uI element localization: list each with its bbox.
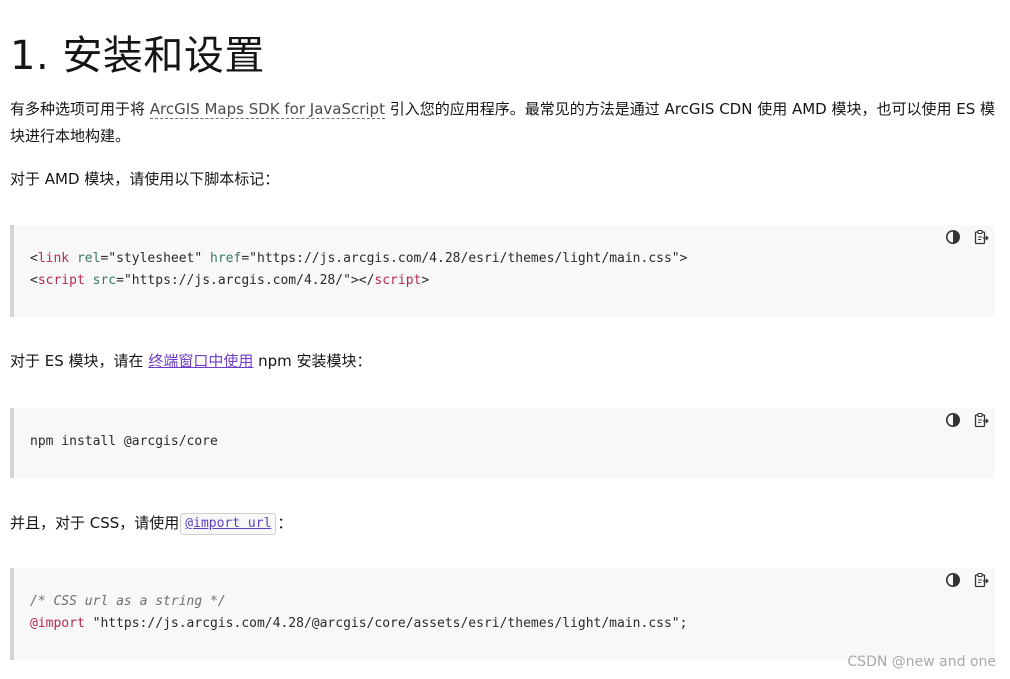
doc-page: 1. 安装和设置 有多种选项可用于将 ArcGIS Maps SDK for J… [0, 0, 1010, 679]
code-block-npm: npm install @arcgis/core [10, 408, 995, 478]
code-amd[interactable]: <link rel="stylesheet" href="https://js.… [30, 248, 687, 292]
amd-paragraph: 对于 AMD 模块，请使用以下脚本标记： [10, 170, 280, 188]
code-line: @import "https://js.arcgis.com/4.28/@arc… [30, 616, 688, 631]
code-comment: /* CSS url as a string */ [30, 594, 226, 609]
terminal-link[interactable]: 终端窗口中使用 [148, 352, 253, 370]
intro-paragraph: 有多种选项可用于将 ArcGIS Maps SDK for JavaScript… [10, 96, 1000, 150]
contrast-icon[interactable] [945, 572, 961, 588]
code-block-css: /* CSS url as a string */ @import "https… [10, 568, 995, 660]
es-text-after: npm 安装模块： [253, 352, 372, 370]
code-npm[interactable]: npm install @arcgis/core [30, 431, 218, 453]
css-text-before: 并且，对于 CSS，请使用 [10, 514, 180, 532]
code-line: <link rel="stylesheet" href="https://js.… [30, 251, 688, 266]
css-text-after: ： [277, 514, 293, 532]
es-paragraph: 对于 ES 模块，请在 终端窗口中使用 npm 安装模块： [10, 348, 372, 375]
copy-clipboard-icon[interactable] [973, 572, 989, 588]
intro-text-before: 有多种选项可用于将 [10, 100, 150, 118]
code-toolbar [945, 412, 989, 428]
code-css[interactable]: /* CSS url as a string */ @import "https… [30, 591, 687, 635]
css-paragraph: 并且，对于 CSS，请使用 @import url ： [10, 510, 292, 537]
watermark: CSDN @new and one [847, 654, 996, 670]
copy-clipboard-icon[interactable] [973, 412, 989, 428]
copy-clipboard-icon[interactable] [973, 229, 989, 245]
contrast-icon[interactable] [945, 412, 961, 428]
code-line: <script src="https://js.arcgis.com/4.28/… [30, 273, 430, 288]
import-url-link[interactable]: @import url [185, 516, 271, 531]
sdk-term-tooltip[interactable]: ArcGIS Maps SDK for JavaScript [149, 100, 385, 119]
code-toolbar [945, 572, 989, 588]
code-toolbar [945, 229, 989, 245]
code-block-amd: <link rel="stylesheet" href="https://js.… [10, 225, 995, 317]
contrast-icon[interactable] [945, 229, 961, 245]
es-text-before: 对于 ES 模块，请在 [10, 352, 149, 370]
page-title: 1. 安装和设置 [10, 33, 265, 79]
import-url-code: @import url [180, 513, 277, 535]
